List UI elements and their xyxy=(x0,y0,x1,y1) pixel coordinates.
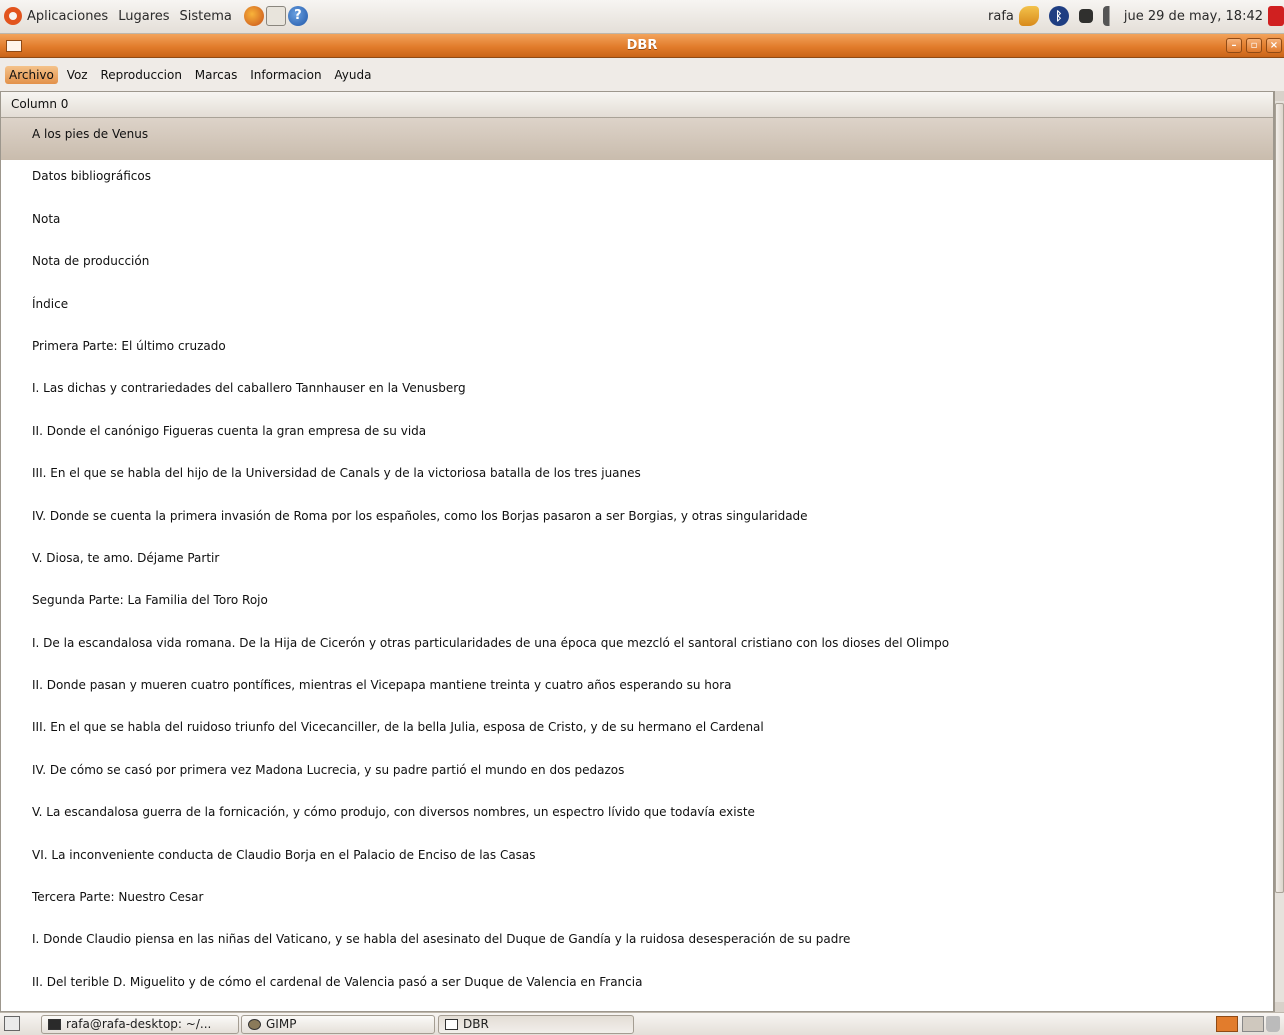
list-item[interactable]: II. Donde pasan y mueren cuatro pontífic… xyxy=(1,669,1273,711)
menu-ayuda[interactable]: Ayuda xyxy=(330,66,375,84)
menu-reproduccion[interactable]: Reproduccion xyxy=(96,66,186,84)
list-item[interactable]: III. En el que se habla del hijo de la U… xyxy=(1,457,1273,499)
list-item[interactable]: II. Del terible D. Miguelito y de cómo e… xyxy=(1,966,1273,1008)
power-icon[interactable] xyxy=(1268,6,1284,26)
menu-informacion[interactable]: Informacion xyxy=(246,66,325,84)
list-item[interactable]: V. Diosa, te amo. Déjame Partir xyxy=(1,542,1273,584)
task-gimp-label: GIMP xyxy=(266,1017,297,1031)
list-item[interactable]: Índice xyxy=(1,288,1273,330)
trash-icon[interactable] xyxy=(1266,1016,1280,1032)
list-item[interactable]: II. Donde el canónigo Figueras cuenta la… xyxy=(1,415,1273,457)
panel-menu-sistema[interactable]: Sistema xyxy=(180,9,232,24)
panel-clock[interactable]: jue 29 de may, 18:42 xyxy=(1124,9,1263,24)
list-item[interactable]: I. Donde Claudio piensa en las niñas del… xyxy=(1,923,1273,965)
mail-launcher-icon[interactable] xyxy=(265,6,286,26)
task-terminal-label: rafa@rafa-desktop: ~/... xyxy=(66,1017,212,1031)
task-terminal[interactable]: rafa@rafa-desktop: ~/... xyxy=(41,1015,239,1034)
scroll-up-icon[interactable] xyxy=(1275,91,1284,101)
firefox-launcher-icon[interactable] xyxy=(243,6,264,26)
window-icon xyxy=(445,1019,458,1030)
window-titlebar[interactable]: DBR – ▫ × xyxy=(0,34,1284,58)
gimp-icon xyxy=(248,1019,261,1030)
list-item[interactable]: IV. De cómo se casó por primera vez Mado… xyxy=(1,754,1273,796)
list-item[interactable]: V. La escandalosa guerra de la fornicaci… xyxy=(1,796,1273,838)
scrollbar-thumb[interactable] xyxy=(1275,103,1284,893)
panel-menu-lugares[interactable]: Lugares xyxy=(118,9,169,24)
maximize-button[interactable]: ▫ xyxy=(1246,38,1262,53)
list-item[interactable]: III. En el que se habla del ruidoso triu… xyxy=(1,711,1273,753)
window-title: DBR xyxy=(626,38,658,53)
task-dbr[interactable]: DBR xyxy=(438,1015,634,1034)
workspace-1-button[interactable] xyxy=(1216,1016,1238,1032)
minimize-button[interactable]: – xyxy=(1226,38,1242,53)
column-header[interactable]: Column 0 xyxy=(1,92,1273,118)
panel-tray: rafa ᛒ jue 29 de may, 18:42 xyxy=(988,6,1284,26)
top-panel: Aplicaciones Lugares Sistema ? rafa ᛒ ju… xyxy=(0,0,1284,34)
bluetooth-icon[interactable]: ᛒ xyxy=(1048,6,1069,26)
scroll-down-icon[interactable] xyxy=(1275,1002,1284,1012)
ubuntu-logo-icon[interactable] xyxy=(4,7,22,25)
panel-user[interactable]: rafa xyxy=(988,9,1014,24)
show-desktop-button[interactable] xyxy=(4,1016,20,1031)
list-item[interactable]: Nota xyxy=(1,203,1273,245)
list-item[interactable]: Segunda Parte: La Familia del Toro Rojo xyxy=(1,584,1273,626)
menu-voz[interactable]: Voz xyxy=(63,66,92,84)
close-button[interactable]: × xyxy=(1266,38,1282,53)
list-item[interactable]: Primera Parte: El último cruzado xyxy=(1,330,1273,372)
help-launcher-icon[interactable]: ? xyxy=(287,6,308,26)
network-icon[interactable] xyxy=(1078,9,1093,23)
vertical-scrollbar[interactable] xyxy=(1274,91,1284,1012)
panel-menus: Aplicaciones Lugares Sistema ? xyxy=(4,6,308,26)
list-item[interactable]: IV. Donde se cuenta la primera invasión … xyxy=(1,500,1273,542)
update-notifier-icon[interactable] xyxy=(1018,6,1039,26)
volume-icon[interactable] xyxy=(1102,6,1119,26)
task-gimp[interactable]: GIMP xyxy=(241,1015,435,1034)
list-item[interactable]: VI. La inconveniente conducta de Claudio… xyxy=(1,839,1273,881)
list-item[interactable]: Datos bibliográficos xyxy=(1,160,1273,202)
list-item[interactable]: A los pies de Venus xyxy=(1,118,1273,161)
terminal-icon xyxy=(48,1019,61,1030)
menubar: Archivo Voz Reproduccion Marcas Informac… xyxy=(0,58,1284,90)
workspace-2-button[interactable] xyxy=(1242,1016,1264,1032)
task-dbr-label: DBR xyxy=(463,1017,489,1031)
list-rows: A los pies de Venus Datos bibliográficos N… xyxy=(1,118,1273,1008)
list-item[interactable]: I. De la escandalosa vida romana. De la … xyxy=(1,627,1273,669)
book-index-list[interactable]: Column 0 A los pies de Venus Datos biblio… xyxy=(0,91,1274,1012)
menu-archivo[interactable]: Archivo xyxy=(5,66,58,84)
panel-menu-aplicaciones[interactable]: Aplicaciones xyxy=(27,9,108,24)
menu-marcas[interactable]: Marcas xyxy=(191,66,242,84)
list-item[interactable]: Tercera Parte: Nuestro Cesar xyxy=(1,881,1273,923)
list-item[interactable]: Nota de producción xyxy=(1,245,1273,287)
bottom-panel: rafa@rafa-desktop: ~/... GIMP DBR xyxy=(0,1012,1284,1035)
list-item[interactable]: I. Las dichas y contrariedades del cabal… xyxy=(1,372,1273,414)
